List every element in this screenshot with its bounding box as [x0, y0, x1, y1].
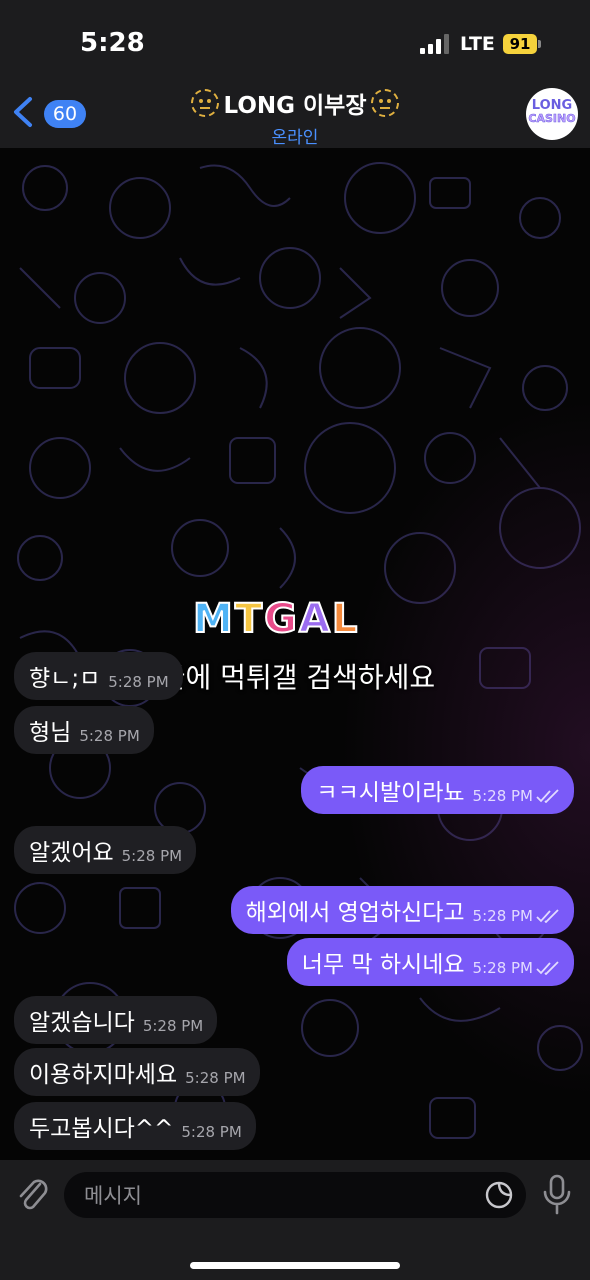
avatar-logo-subtext: CASINO: [528, 112, 576, 125]
message-text: 알겠어요: [29, 840, 114, 866]
message-text: 알겠습니다: [29, 1010, 135, 1036]
signal-icon: [420, 34, 450, 54]
watermark-logo-letter: M: [192, 595, 234, 643]
message-bubble-outgoing[interactable]: 너무 막 하시네요 5:28 PM: [286, 938, 574, 986]
neutral-face-icon: [191, 89, 220, 117]
message-input[interactable]: [82, 1172, 476, 1220]
chevron-left-icon: [14, 97, 32, 127]
chat-title-text: LONG 이부장: [223, 93, 367, 119]
neutral-face-icon: [370, 89, 399, 117]
watermark-logo: M T G A L: [192, 595, 358, 643]
message-time: 5:28 PM: [142, 1017, 204, 1035]
sticker-icon[interactable]: [484, 1180, 514, 1210]
paperclip-icon[interactable]: [14, 1174, 50, 1214]
message-time: 5:28 PM: [472, 907, 533, 925]
watermark-logo-letter: L: [331, 595, 358, 643]
watermark-logo-letter: T: [234, 595, 263, 643]
microphone-icon[interactable]: [540, 1174, 574, 1216]
message-text: 해외에서 영업하신다고: [245, 900, 465, 926]
message-time: 5:28 PM: [121, 847, 183, 865]
message-bubble-incoming[interactable]: 두고봅시다^^ 5:28 PM: [14, 1102, 256, 1150]
message-bubble-incoming[interactable]: 형님 5:28 PM: [14, 706, 154, 754]
message-time: 5:28 PM: [472, 787, 533, 805]
message-bubble-outgoing[interactable]: ㅋㅋ시발이라뇨 5:28 PM: [301, 766, 574, 814]
message-bubble-incoming[interactable]: 알겠습니다 5:28 PM: [14, 996, 218, 1044]
watermark-logo-letter: A: [298, 595, 331, 643]
message-text: ㅋㅋ시발이라뇨: [316, 780, 465, 806]
network-label: LTE: [460, 33, 495, 55]
clock: 5:28: [80, 28, 145, 58]
status-bar: 5:28 LTE 91: [0, 0, 590, 78]
message-field[interactable]: [64, 1172, 526, 1220]
chat-title: LONG 이부장: [191, 86, 399, 120]
double-check-icon: [536, 789, 559, 803]
message-time: 5:28 PM: [181, 1123, 242, 1141]
message-composer: [0, 1160, 590, 1280]
chat-header: 60 LONG 이부장 온라인 LONG CASINO: [0, 78, 590, 148]
message-bubble-incoming[interactable]: 향ㄴ;ㅁ 5:28 PM: [14, 652, 183, 700]
background-glow: [340, 398, 590, 1098]
message-text: 이용하지마세요: [29, 1062, 178, 1088]
message-bubble-incoming[interactable]: 알겠어요 5:28 PM: [14, 826, 197, 874]
message-text: 형님: [29, 720, 72, 746]
message-time: 5:28 PM: [185, 1069, 246, 1087]
message-time: 5:28 PM: [108, 673, 169, 691]
message-text: 향ㄴ;ㅁ: [29, 666, 101, 692]
message-time: 5:28 PM: [79, 727, 140, 745]
battery-tip: [538, 40, 541, 48]
message-bubble-outgoing[interactable]: 해외에서 영업하신다고 5:28 PM: [230, 886, 574, 934]
message-text: 너무 막 하시네요: [301, 952, 465, 978]
avatar-logo-text: LONG: [531, 98, 573, 113]
home-indicator[interactable]: [190, 1262, 400, 1269]
double-check-icon: [536, 961, 559, 975]
online-status: 온라인: [271, 128, 319, 148]
message-bubble-incoming[interactable]: 이용하지마세요 5:28 PM: [14, 1048, 260, 1096]
message-text: 두고봅시다^^: [29, 1116, 174, 1142]
message-time: 5:28 PM: [472, 959, 533, 977]
avatar[interactable]: LONG CASINO: [526, 88, 578, 140]
double-check-icon: [536, 909, 559, 923]
unread-badge: 60: [44, 100, 86, 128]
chat-title-area[interactable]: LONG 이부장 온라인: [140, 86, 450, 148]
battery-icon: 91: [503, 34, 537, 54]
chat-area[interactable]: M T G A L 구글에 먹튀갤 검색하세요 향ㄴ;ㅁ 5:28 PM 형님 …: [0, 148, 590, 1160]
watermark-logo-letter: G: [263, 595, 298, 643]
back-button[interactable]: 60: [8, 92, 88, 132]
